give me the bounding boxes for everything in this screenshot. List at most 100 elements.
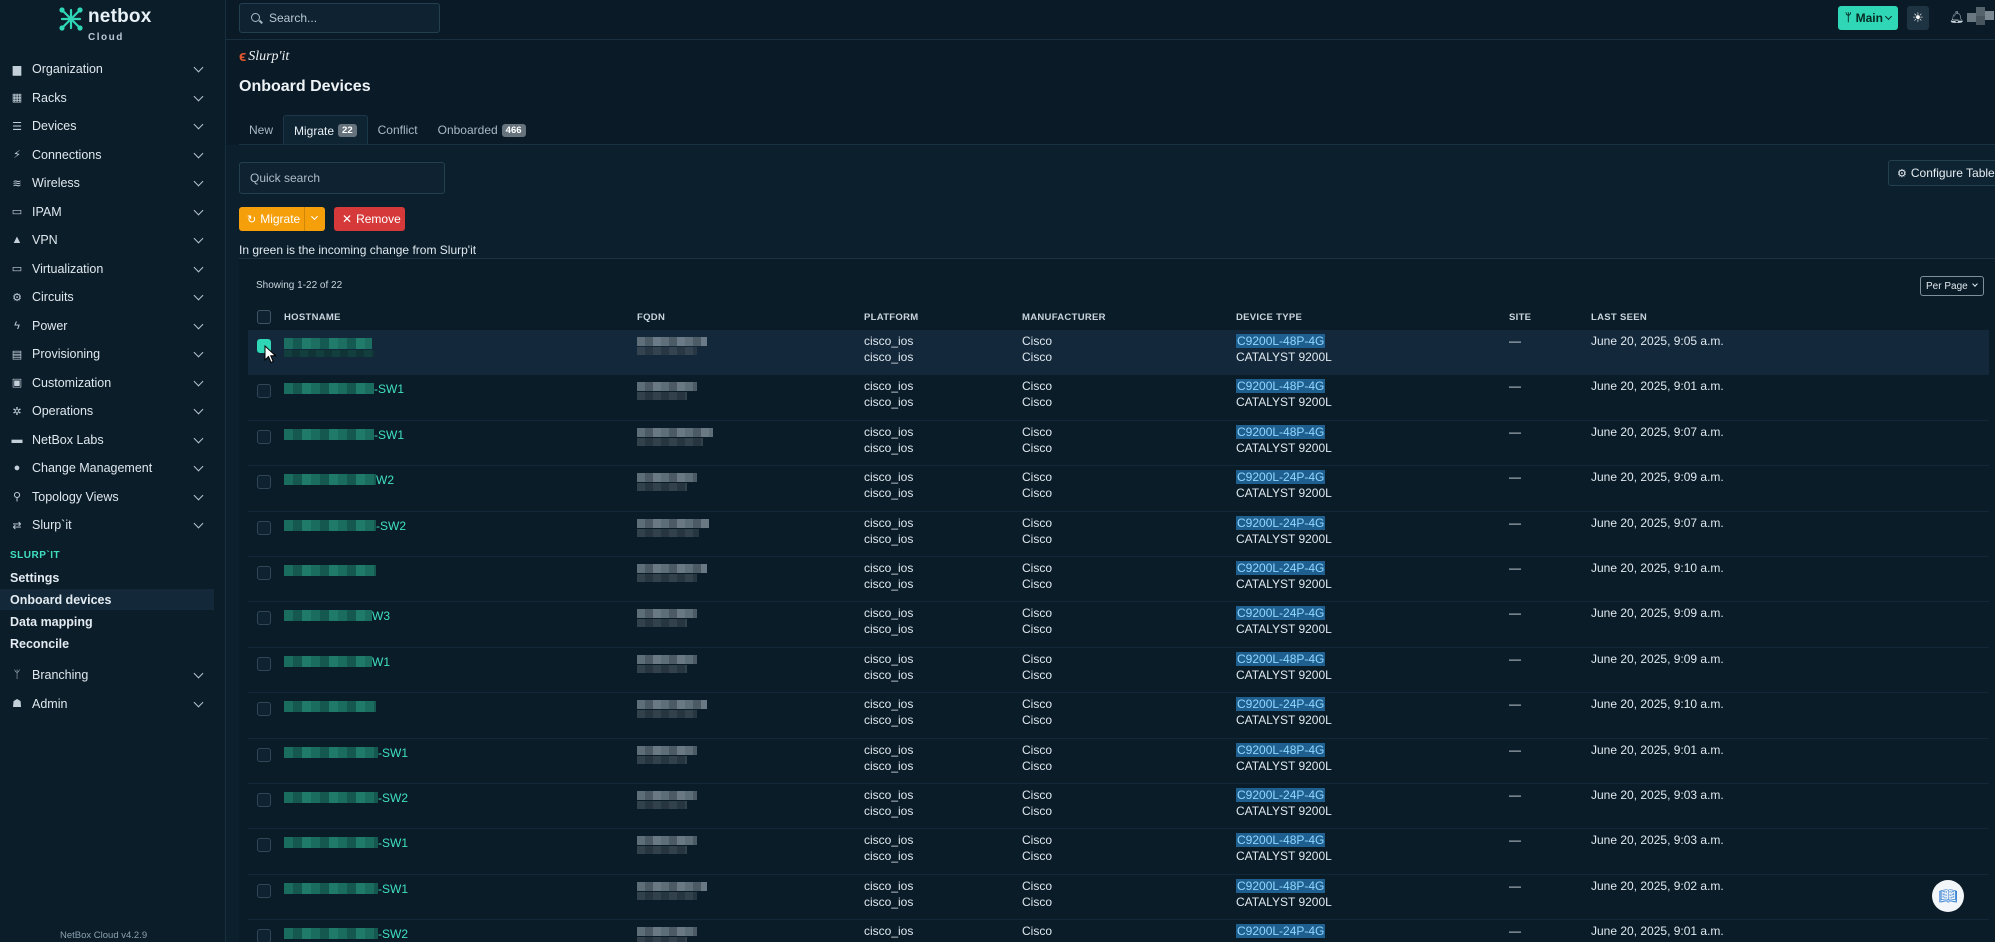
hostname-suffix[interactable]: -SW1: [374, 382, 404, 396]
sidebar-item-topology-views[interactable]: ⚲ Topology Views: [0, 483, 225, 512]
table-row[interactable]: -SW1 cisco_ios cisco_ios Cisco Cisco C9200L-4…: [248, 739, 1989, 784]
sidebar-item-customization[interactable]: ▣ Customization: [0, 369, 225, 398]
sidebar-sub-settings[interactable]: Settings: [0, 567, 214, 588]
hostname-redacted[interactable]: [284, 701, 376, 713]
row-checkbox[interactable]: [257, 929, 271, 942]
row-checkbox[interactable]: [257, 793, 271, 807]
hostname-suffix[interactable]: W3: [372, 609, 390, 623]
hostname-redacted[interactable]: [284, 565, 376, 576]
sidebar-item-connections[interactable]: ⚡ Connections: [0, 141, 225, 170]
sidebar-item-ipam[interactable]: ▭ IPAM: [0, 198, 225, 227]
col-header-site[interactable]: SITE: [1509, 312, 1531, 323]
tab-new[interactable]: New: [239, 115, 283, 145]
sidebar-item-circuits[interactable]: ⚙ Circuits: [0, 283, 225, 312]
chevron-down-icon[interactable]: [310, 212, 319, 221]
col-header-platform[interactable]: PLATFORM: [864, 312, 918, 323]
table-row[interactable]: -SW2cisco_ioscisco_iosCiscoCiscoC9200L-2…: [248, 920, 1989, 942]
bell-icon[interactable]: 🔔︎: [1949, 10, 1964, 24]
device-type-cell-link[interactable]: C9200L-24P-4G: [1236, 924, 1326, 939]
row-checkbox[interactable]: [257, 838, 271, 853]
hostname-redacted[interactable]: [284, 610, 372, 622]
row-checkbox[interactable]: [257, 566, 271, 580]
table-row[interactable]: W3 cisco_ios cisco_ios Cisco Cisco C9200L-24P…: [248, 602, 1989, 648]
sidebar-item-racks[interactable]: ▦ Racks: [0, 84, 225, 113]
col-header-hostname[interactable]: HOSTNAME: [284, 312, 341, 323]
sidebar-item-wireless[interactable]: ≋ Wireless: [0, 169, 225, 198]
row-checkbox[interactable]: [257, 475, 271, 490]
sidebar-item-branching[interactable]: ᛘ Branching: [0, 661, 225, 690]
sidebar-sub-data-mapping[interactable]: Data mapping: [0, 611, 214, 632]
sidebar-item-provisioning[interactable]: ▤ Provisioning: [0, 340, 225, 369]
sidebar-item-vpn[interactable]: ▲ VPN: [0, 226, 225, 255]
branch-selector-button[interactable]: ᛘ Main: [1838, 6, 1898, 30]
select-all-checkbox[interactable]: [257, 310, 271, 324]
sidebar-sub-onboard-devices[interactable]: Onboard devices: [0, 589, 214, 610]
per-page-select[interactable]: Per Page: [1920, 276, 1984, 296]
device-type-cell-link[interactable]: C9200L-24P-4G: [1236, 470, 1326, 485]
table-row[interactable]: W1 cisco_ios cisco_ios Cisco Cisco C9200L-48P…: [248, 648, 1989, 694]
hostname-redacted[interactable]: [284, 746, 378, 758]
table-row[interactable]: cisco_ios cisco_ios Cisco Cisco C9200L-24P-4…: [248, 693, 1989, 739]
table-row[interactable]: -SW1 cisco_ios cisco_ios Cisco Cisco C9200L-4…: [248, 375, 1989, 421]
quick-search-input[interactable]: [240, 163, 444, 193]
sidebar-item-netbox-labs[interactable]: ▬ NetBox Labs: [0, 426, 225, 455]
migrate-button[interactable]: ↻ Migrate: [239, 207, 325, 231]
device-type-cell-link[interactable]: C9200L-48P-4G: [1236, 651, 1326, 666]
device-type-cell-link[interactable]: C9200L-48P-4G: [1236, 878, 1326, 893]
row-checkbox[interactable]: [257, 520, 271, 535]
sidebar-item-slurp-it[interactable]: ⇄ Slurp`it: [0, 511, 225, 540]
row-checkbox[interactable]: [257, 656, 271, 671]
hostname-redacted[interactable]: [284, 882, 378, 894]
hostname-suffix[interactable]: W2: [376, 473, 394, 487]
device-type-cell-link[interactable]: C9200L-24P-4G: [1236, 561, 1326, 575]
hostname-suffix[interactable]: -SW1: [378, 836, 408, 850]
tab-onboarded[interactable]: Onboarded 466: [428, 115, 536, 145]
hostname-suffix[interactable]: W1: [372, 655, 390, 669]
row-checkbox[interactable]: [257, 384, 271, 399]
hostname-redacted[interactable]: [284, 655, 372, 667]
col-header-manufacturer[interactable]: MANUFACTURER: [1022, 312, 1106, 323]
hostname-suffix[interactable]: -SW2: [378, 791, 408, 805]
tab-migrate[interactable]: Migrate 22: [283, 115, 368, 145]
table-row[interactable]: cisco_ios cisco_ios Cisco Cisco C9200L-24P-4…: [248, 557, 1989, 603]
quick-search[interactable]: [239, 162, 445, 194]
device-type-cell-link[interactable]: C9200L-48P-4G: [1236, 379, 1326, 394]
sidebar-item-virtualization[interactable]: ▭ Virtualization: [0, 255, 225, 284]
sidebar-item-admin[interactable]: ☗ Admin: [0, 690, 225, 719]
hostname-suffix[interactable]: -SW2: [376, 519, 406, 533]
tab-conflict[interactable]: Conflict: [368, 115, 428, 145]
device-type-cell-link[interactable]: C9200L-24P-4G: [1236, 515, 1326, 530]
sidebar-item-operations[interactable]: ✲ Operations: [0, 397, 225, 426]
search-input[interactable]: [240, 4, 439, 32]
row-checkbox[interactable]: [257, 883, 271, 898]
hostname-redacted[interactable]: [284, 338, 372, 349]
table-row[interactable]: W2 cisco_ios cisco_ios Cisco Cisco C9200L-24P…: [248, 466, 1989, 512]
hostname-redacted[interactable]: [284, 928, 378, 940]
table-row[interactable]: -SW2cisco_ioscisco_iosCiscoCiscoC9200L-2…: [248, 784, 1989, 830]
row-checkbox[interactable]: [257, 702, 271, 717]
configure-table-button[interactable]: ⚙ Configure Table: [1888, 160, 1995, 186]
device-type-cell-link[interactable]: C9200L-24P-4G: [1236, 697, 1326, 712]
hostname-redacted[interactable]: [284, 474, 376, 486]
device-type-cell-link[interactable]: C9200L-48P-4G: [1236, 742, 1326, 757]
sidebar-item-change-management[interactable]: ● Change Management: [0, 454, 225, 483]
device-type-cell-link[interactable]: C9200L-24P-4G: [1236, 788, 1326, 802]
table-row[interactable]: -SW1 cisco_ios cisco_ios Cisco Cisco C9200L-4…: [248, 875, 1989, 921]
col-header-device-type[interactable]: DEVICE TYPE: [1236, 312, 1302, 323]
device-type-cell-link[interactable]: C9200L-48P-4G: [1236, 833, 1326, 848]
hostname-redacted[interactable]: [284, 383, 374, 395]
hostname-suffix[interactable]: -SW2: [378, 927, 408, 941]
avatar[interactable]: [1967, 7, 1995, 29]
table-row[interactable]: -SW1 cisco_ios cisco_ios Cisco Cisco C9200L-4…: [248, 829, 1989, 875]
global-search[interactable]: [239, 3, 440, 33]
book-icon[interactable]: 📖︎: [1932, 880, 1964, 912]
device-type-cell-link[interactable]: C9200L-48P-4G: [1236, 334, 1326, 348]
sidebar-item-power[interactable]: ϟ Power: [0, 312, 225, 341]
col-header-fqdn[interactable]: FQDN: [637, 312, 665, 323]
table-row[interactable]: -SW1 cisco_ios cisco_ios Cisco Cisco C9200L-4…: [248, 421, 1989, 467]
device-type-cell-link[interactable]: C9200L-48P-4G: [1236, 424, 1326, 439]
theme-toggle-button[interactable]: ☀: [1907, 6, 1929, 30]
hostname-suffix[interactable]: -SW1: [378, 882, 408, 896]
hostname-redacted[interactable]: [284, 792, 378, 803]
row-checkbox[interactable]: [257, 429, 271, 444]
